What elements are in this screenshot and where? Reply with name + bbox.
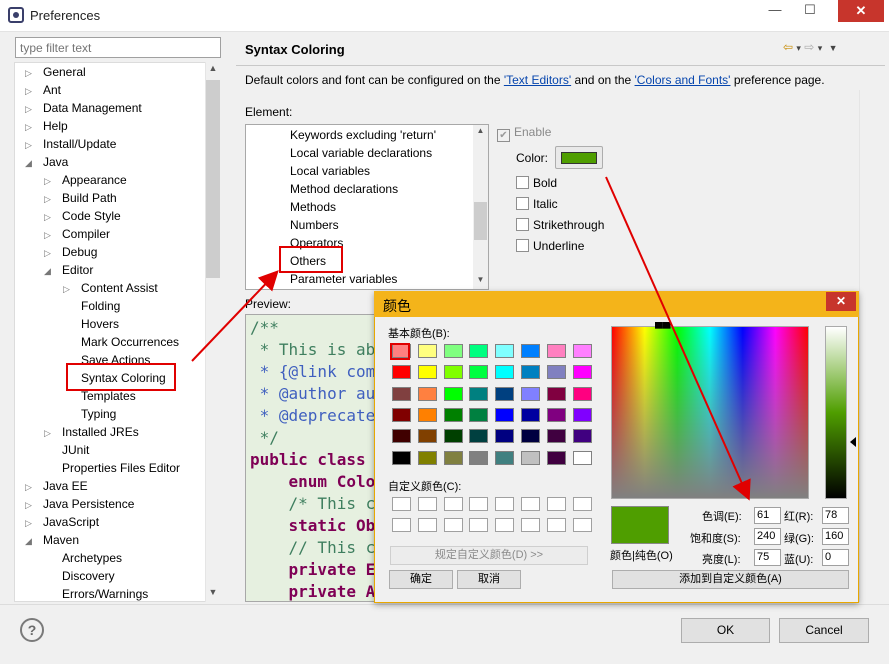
annotation-arrow-to-hue	[605, 176, 751, 501]
annotation-arrow-to-others	[191, 270, 279, 362]
annotation-arrows	[191, 176, 751, 501]
